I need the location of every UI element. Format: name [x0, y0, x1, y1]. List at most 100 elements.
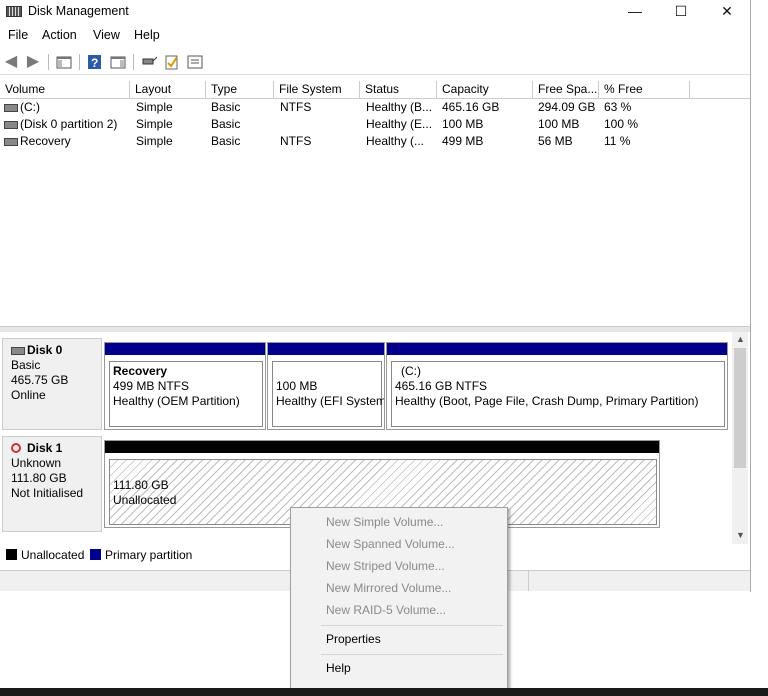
- disk-0-name: Disk 0: [27, 343, 63, 357]
- back-arrow-icon[interactable]: ◀: [2, 53, 20, 71]
- cell-volume: Recovery: [20, 134, 71, 148]
- partition-body: 100 MB Healthy (EFI System: [272, 361, 385, 427]
- disk-0-state: Online: [11, 388, 46, 402]
- partition-efi[interactable]: 100 MB Healthy (EFI System: [267, 342, 385, 430]
- column-header-percent-free[interactable]: % Free: [599, 81, 690, 98]
- close-button[interactable]: ✕: [704, 0, 750, 24]
- cell-percent-free: 63 %: [604, 100, 632, 114]
- cell-file-system: NTFS: [280, 100, 312, 114]
- partition-status: Healthy (EFI System: [276, 394, 385, 408]
- cell-status: Healthy (...: [366, 134, 425, 148]
- table-row[interactable]: Recovery Simple Basic NTFS Healthy (... …: [0, 133, 750, 150]
- menu-help[interactable]: Help: [134, 28, 160, 42]
- menu-new-raid5-volume[interactable]: New RAID-5 Volume...: [326, 603, 446, 617]
- cell-capacity: 465.16 GB: [442, 100, 500, 114]
- show-hide-console-tree-icon[interactable]: [55, 53, 73, 71]
- partition-recovery[interactable]: Recovery 499 MB NTFS Healthy (OEM Partit…: [104, 342, 266, 430]
- menu-new-spanned-volume[interactable]: New Spanned Volume...: [326, 537, 455, 551]
- cell-capacity: 100 MB: [442, 117, 484, 131]
- cell-percent-free: 11 %: [604, 134, 631, 148]
- unallocated-bar: [105, 441, 659, 453]
- cell-layout: Simple: [136, 100, 173, 114]
- cell-capacity: 499 MB: [442, 134, 484, 148]
- table-row[interactable]: (C:) Simple Basic NTFS Healthy (B... 465…: [0, 99, 750, 116]
- menu-help-item[interactable]: Help: [326, 661, 351, 675]
- column-header-layout[interactable]: Layout: [130, 81, 206, 98]
- column-header-free-space[interactable]: Free Spa...: [533, 81, 599, 98]
- menu-new-mirrored-volume[interactable]: New Mirrored Volume...: [326, 581, 451, 595]
- not-initialised-disk-icon: [11, 443, 21, 453]
- maximize-button[interactable]: ☐: [658, 0, 704, 24]
- disk-1-name: Disk 1: [27, 441, 63, 455]
- cell-free-space: 56 MB: [538, 134, 573, 148]
- volume-icon: [4, 104, 18, 112]
- menu-separator: [321, 654, 503, 655]
- disk-1-state: Not Initialised: [11, 486, 84, 500]
- unallocated-label: Unallocated: [113, 493, 177, 507]
- disk-0-size: 465.75 GB: [11, 373, 69, 387]
- menu-file[interactable]: File: [8, 28, 28, 42]
- primary-partition-bar: [268, 343, 384, 355]
- column-header-type[interactable]: Type: [206, 81, 274, 98]
- toolbar-separator: [48, 54, 49, 70]
- cell-volume: (C:): [20, 100, 40, 114]
- partition-name: (C:): [401, 364, 421, 378]
- scroll-down-icon[interactable]: ▼: [736, 530, 745, 540]
- cell-free-space: 294.09 GB: [538, 100, 596, 114]
- partition-name: Recovery: [113, 364, 168, 378]
- cell-type: Basic: [211, 117, 241, 131]
- disk-0-info[interactable]: Disk 0 Basic 465.75 GB Online: [2, 338, 102, 430]
- partition-body: (C:) 465.16 GB NTFS Healthy (Boot, Page …: [391, 361, 725, 427]
- scrollbar-thumb[interactable]: [734, 348, 746, 468]
- partition-name: [276, 364, 381, 379]
- table-row[interactable]: (Disk 0 partition 2) Simple Basic Health…: [0, 116, 750, 133]
- menu-new-striped-volume[interactable]: New Striped Volume...: [326, 559, 445, 573]
- volume-list-header: Volume Layout Type File System Status Ca…: [0, 81, 750, 99]
- minimize-button[interactable]: —: [612, 0, 658, 24]
- menu-new-simple-volume[interactable]: New Simple Volume...: [326, 515, 443, 529]
- forward-arrow-icon[interactable]: ▶: [24, 53, 42, 71]
- volume-icon: [4, 121, 18, 129]
- toolbar-separator: [79, 54, 80, 70]
- svg-text:?: ?: [91, 56, 98, 70]
- disk-management-window: Disk Management — ☐ ✕ File Action View H…: [0, 0, 751, 592]
- partition-size: 100 MB: [276, 379, 318, 393]
- partition-status: Healthy (OEM Partition): [113, 394, 240, 408]
- unallocated-swatch: [6, 549, 17, 560]
- menu-action[interactable]: Action: [42, 28, 77, 42]
- unallocated-size: 111.80 GB: [113, 478, 169, 492]
- cell-volume: (Disk 0 partition 2): [20, 117, 118, 131]
- column-header-status[interactable]: Status: [360, 81, 437, 98]
- partition-c-drive[interactable]: (C:) 465.16 GB NTFS Healthy (Boot, Page …: [386, 342, 728, 430]
- disk-icon: [11, 347, 25, 355]
- taskbar-strip: [0, 688, 768, 696]
- properties-icon[interactable]: [186, 53, 204, 71]
- cell-status: Healthy (B...: [366, 100, 433, 114]
- disk-0-label: Disk 0: [11, 343, 101, 358]
- legend-primary-partition: Primary partition: [105, 548, 193, 562]
- disk-management-app-icon: [6, 6, 22, 17]
- menu-properties[interactable]: Properties: [326, 632, 381, 646]
- partition-size: 465.16 GB NTFS: [395, 379, 488, 393]
- graphical-view-scrollbar[interactable]: ▲ ▼: [732, 332, 748, 544]
- scroll-up-icon[interactable]: ▲: [736, 334, 745, 344]
- cell-layout: Simple: [136, 134, 173, 148]
- column-header-capacity[interactable]: Capacity: [437, 81, 533, 98]
- cell-free-space: 100 MB: [538, 117, 580, 131]
- cell-status: Healthy (E...: [366, 117, 433, 131]
- connect-disk-icon[interactable]: [140, 53, 158, 71]
- title-bar: Disk Management — ☐ ✕: [0, 0, 750, 24]
- cell-percent-free: 100 %: [604, 117, 639, 131]
- cell-layout: Simple: [136, 117, 173, 131]
- disk-0-type: Basic: [11, 358, 41, 372]
- cell-type: Basic: [211, 100, 241, 114]
- column-header-volume[interactable]: Volume: [0, 81, 130, 98]
- disk-1-info[interactable]: Disk 1 Unknown 111.80 GB Not Initialised: [2, 436, 102, 532]
- checklist-icon[interactable]: [163, 53, 181, 71]
- show-hide-action-pane-icon[interactable]: [109, 53, 127, 71]
- menu-view[interactable]: View: [93, 28, 120, 42]
- help-icon[interactable]: ?: [86, 53, 104, 71]
- context-menu: New Simple Volume... New Spanned Volume.…: [290, 507, 508, 691]
- cell-file-system: NTFS: [280, 134, 312, 148]
- column-header-file-system[interactable]: File System: [274, 81, 360, 98]
